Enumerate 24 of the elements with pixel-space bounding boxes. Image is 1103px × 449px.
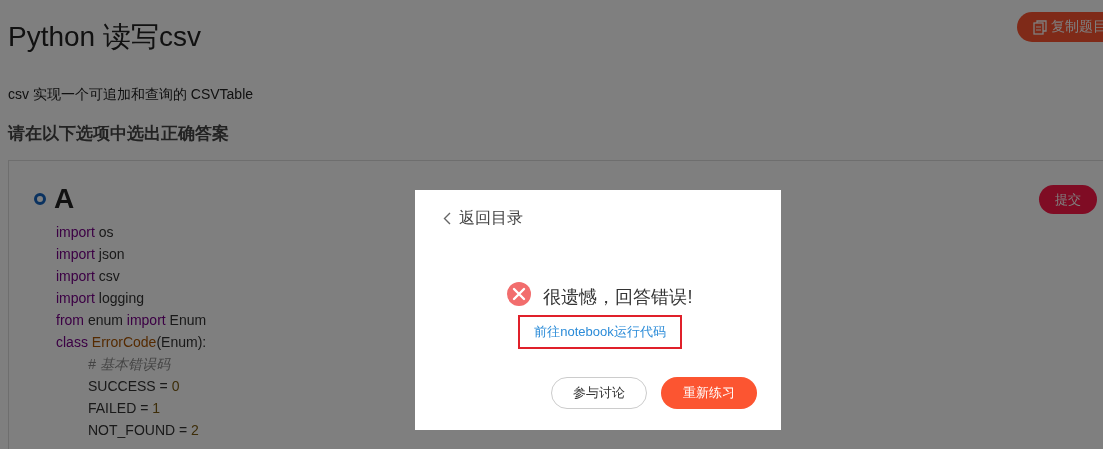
code-comment: # 基本错误码 [88, 355, 170, 374]
code-line: import json [56, 245, 125, 264]
chevron-left-icon [443, 212, 451, 225]
page-title: Python 读写csv [8, 20, 202, 54]
back-link[interactable]: 返回目录 [443, 208, 757, 229]
radio-button[interactable] [34, 193, 46, 205]
notebook-link[interactable]: 前往notebook运行代码 [518, 315, 682, 349]
instruction-heading: 请在以下选项中选出正确答案 [8, 123, 230, 145]
code-line: import csv [56, 267, 120, 286]
error-icon [507, 282, 532, 306]
code-line: import os [56, 223, 114, 242]
retry-button[interactable]: 重新练习 [661, 377, 757, 409]
code-line: NOT_FOUND = 2 [88, 421, 199, 440]
result-message: 很遗憾，回答错误! [543, 285, 693, 309]
code-line: class ErrorCode(Enum): [56, 333, 207, 352]
submit-button[interactable]: 提交 [1039, 185, 1097, 214]
code-line: FAILED = 1 [88, 399, 160, 418]
code-line: SUCCESS = 0 [88, 377, 180, 396]
code-line: import logging [56, 289, 144, 308]
copy-icon [1033, 19, 1047, 35]
discuss-button[interactable]: 参与讨论 [551, 377, 647, 409]
code-line: from enum import Enum [56, 311, 207, 330]
question-description: csv 实现一个可追加和查询的 CSVTable [8, 86, 255, 104]
option-label: A [54, 183, 75, 215]
